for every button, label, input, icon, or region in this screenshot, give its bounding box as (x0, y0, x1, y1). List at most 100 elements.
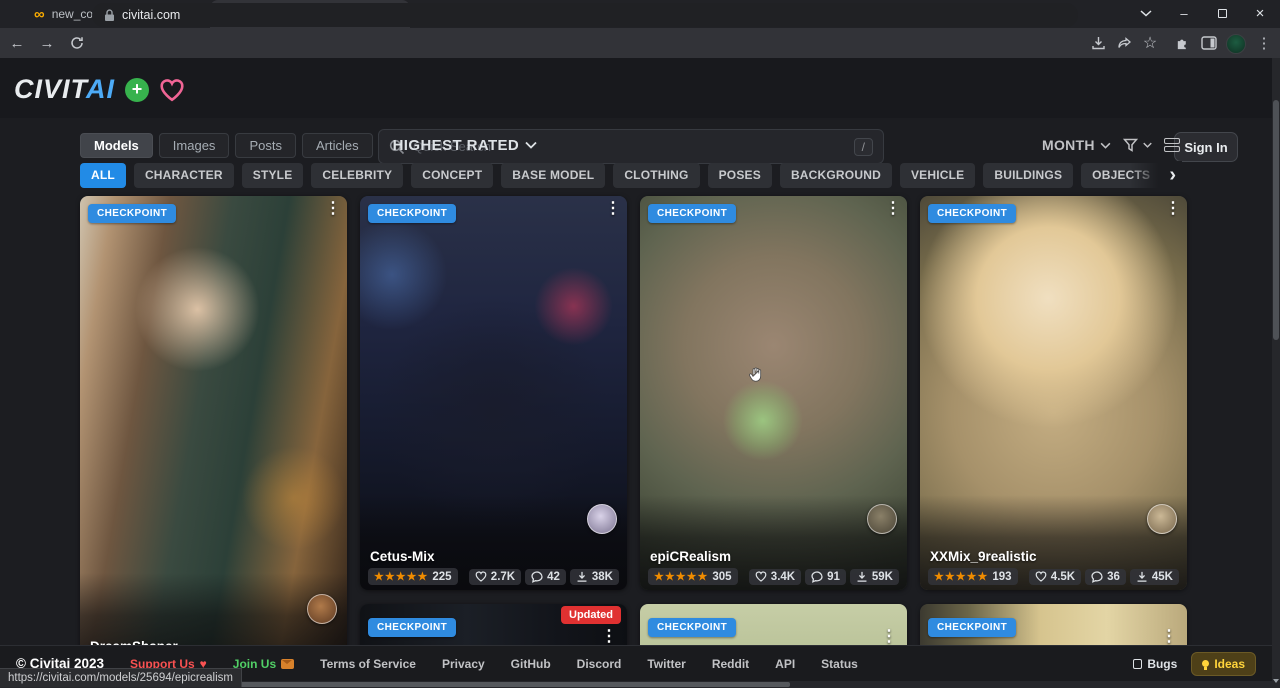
chip-clothing[interactable]: CLOTHING (613, 163, 699, 188)
envelope-icon (281, 659, 294, 669)
model-stats: ★★★★★305 3.4K 91 59K (648, 568, 899, 585)
back-button[interactable]: ← (4, 30, 30, 56)
chevron-down-icon (1143, 142, 1152, 148)
address-bar[interactable]: civitai.com (92, 3, 1078, 27)
creator-avatar[interactable] (587, 504, 617, 534)
checkpoint-badge: CHECKPOINT (368, 618, 456, 637)
likes-pill: 3.4K (749, 569, 801, 585)
profile-avatar[interactable] (1224, 32, 1248, 56)
card-menu-icon[interactable]: ⋮ (1165, 200, 1181, 218)
footer-link-privacy[interactable]: Privacy (442, 657, 485, 671)
model-stats: ★★★★★225 2.7K 42 38K (368, 568, 619, 585)
footer-link-discord[interactable]: Discord (577, 657, 622, 671)
chip-vehicle[interactable]: VEHICLE (900, 163, 975, 188)
rating-pill: ★★★★★305 (648, 568, 738, 585)
bookmark-star-icon[interactable]: ☆ (1138, 31, 1162, 55)
tab-posts[interactable]: Posts (235, 133, 296, 158)
chip-base-model[interactable]: BASE MODEL (501, 163, 605, 188)
civitai-logo[interactable]: CIVITAI + (14, 74, 185, 105)
heart-icon (1035, 571, 1047, 582)
window-maximize-button[interactable] (1206, 0, 1238, 26)
share-icon[interactable] (1112, 31, 1136, 55)
checkpoint-badge: CHECKPOINT (368, 204, 456, 223)
reload-button[interactable] (64, 30, 90, 56)
layout-toggle-icon[interactable] (1164, 138, 1180, 152)
chip-celebrity[interactable]: CELEBRITY (311, 163, 403, 188)
downloads-pill: 38K (570, 569, 619, 585)
card-menu-icon[interactable]: ⋮ (881, 628, 897, 646)
model-card-dreamshaper[interactable]: CHECKPOINT ⋮ DreamShaper (80, 196, 347, 668)
checkpoint-badge: CHECKPOINT (648, 618, 736, 637)
comment-icon (531, 571, 543, 583)
address-url: civitai.com (122, 8, 180, 22)
comment-icon (1091, 571, 1103, 583)
checkpoint-badge: CHECKPOINT (928, 618, 1016, 637)
create-plus-icon[interactable]: + (125, 78, 149, 102)
footer-link-reddit[interactable]: Reddit (712, 657, 749, 671)
card-menu-icon[interactable]: ⋮ (605, 200, 621, 218)
chip-background[interactable]: BACKGROUND (780, 163, 892, 188)
rating-pill: ★★★★★193 (928, 568, 1018, 585)
footer-link-api[interactable]: API (775, 657, 795, 671)
chip-buildings[interactable]: BUILDINGS (983, 163, 1073, 188)
tab-articles[interactable]: Articles (302, 133, 373, 158)
colab-icon: ∞ (34, 7, 45, 22)
footer-link-terms[interactable]: Terms of Service (320, 657, 416, 671)
footer-link-status[interactable]: Status (821, 657, 858, 671)
chip-character[interactable]: CHARACTER (134, 163, 234, 188)
ideas-button[interactable]: Ideas (1191, 652, 1256, 676)
downloads-pill: 45K (1130, 569, 1179, 585)
chip-style[interactable]: STYLE (242, 163, 304, 188)
scroll-down-arrow-icon[interactable] (1272, 676, 1280, 686)
heart-icon (755, 571, 767, 582)
model-card-xxmix[interactable]: CHECKPOINT ⋮ XXMix_9realistic ★★★★★193 4… (920, 196, 1187, 590)
window-close-button[interactable]: × (1244, 0, 1276, 26)
updated-badge: Updated (561, 606, 621, 624)
download-icon (576, 571, 588, 583)
model-card-epicrealism[interactable]: CHECKPOINT ⋮ epiCRealism ★★★★★305 3.4K 9… (640, 196, 907, 590)
bugs-button[interactable]: Bugs (1133, 657, 1177, 671)
model-title: epiCRealism (650, 549, 731, 564)
chip-poses[interactable]: POSES (708, 163, 772, 188)
creator-avatar[interactable] (867, 504, 897, 534)
download-icon (1136, 571, 1148, 583)
footer-link-twitter[interactable]: Twitter (647, 657, 685, 671)
checkpoint-badge: CHECKPOINT (88, 204, 176, 223)
vertical-scrollbar[interactable] (1272, 58, 1280, 688)
tab-images[interactable]: Images (159, 133, 230, 158)
lightbulb-icon (1202, 660, 1209, 667)
favorites-heart-icon[interactable] (159, 78, 185, 102)
chip-all[interactable]: ALL (80, 163, 126, 188)
browser-menu-icon[interactable]: ⋮ (1252, 31, 1276, 55)
extensions-puzzle-icon[interactable] (1170, 31, 1194, 55)
card-menu-icon[interactable]: ⋮ (601, 628, 617, 646)
rating-pill: ★★★★★225 (368, 568, 458, 585)
site-header: CIVITAI + / Sign In (0, 58, 1280, 118)
star-icons: ★★★★★ (654, 570, 708, 583)
chip-concept[interactable]: CONCEPT (411, 163, 493, 188)
scrollbar-thumb[interactable] (1273, 100, 1279, 340)
model-card-cetus-mix[interactable]: CHECKPOINT ⋮ Cetus-Mix ★★★★★225 2.7K 42 … (360, 196, 627, 590)
card-menu-icon[interactable]: ⋮ (885, 200, 901, 218)
creator-avatar[interactable] (1147, 504, 1177, 534)
filter-funnel-dropdown[interactable] (1123, 138, 1152, 153)
bug-icon (1133, 659, 1142, 669)
side-panel-icon[interactable] (1197, 31, 1221, 55)
footer-link-github[interactable]: GitHub (511, 657, 551, 671)
window-minimize-button[interactable]: – (1168, 0, 1200, 26)
logo-text-civit: CIVIT (14, 74, 86, 104)
creator-avatar[interactable] (307, 594, 337, 624)
card-menu-icon[interactable]: ⋮ (1161, 628, 1177, 646)
period-dropdown[interactable]: MONTH (1042, 137, 1111, 153)
sort-dropdown[interactable]: HIGHEST RATED (393, 137, 538, 154)
download-page-icon[interactable] (1086, 31, 1110, 55)
content-nav-row: Models Images Posts Articles HIGHEST RAT… (80, 131, 537, 159)
scrollbar-thumb[interactable] (195, 682, 790, 687)
card-menu-icon[interactable]: ⋮ (325, 200, 341, 218)
tab-search-chevron-icon[interactable] (1130, 0, 1162, 26)
tab-models[interactable]: Models (80, 133, 153, 158)
forward-button[interactable]: → (34, 30, 60, 56)
model-title: Cetus-Mix (370, 549, 435, 564)
chips-scroll-next-button[interactable]: › (1130, 161, 1182, 189)
sign-in-button[interactable]: Sign In (1174, 132, 1238, 162)
